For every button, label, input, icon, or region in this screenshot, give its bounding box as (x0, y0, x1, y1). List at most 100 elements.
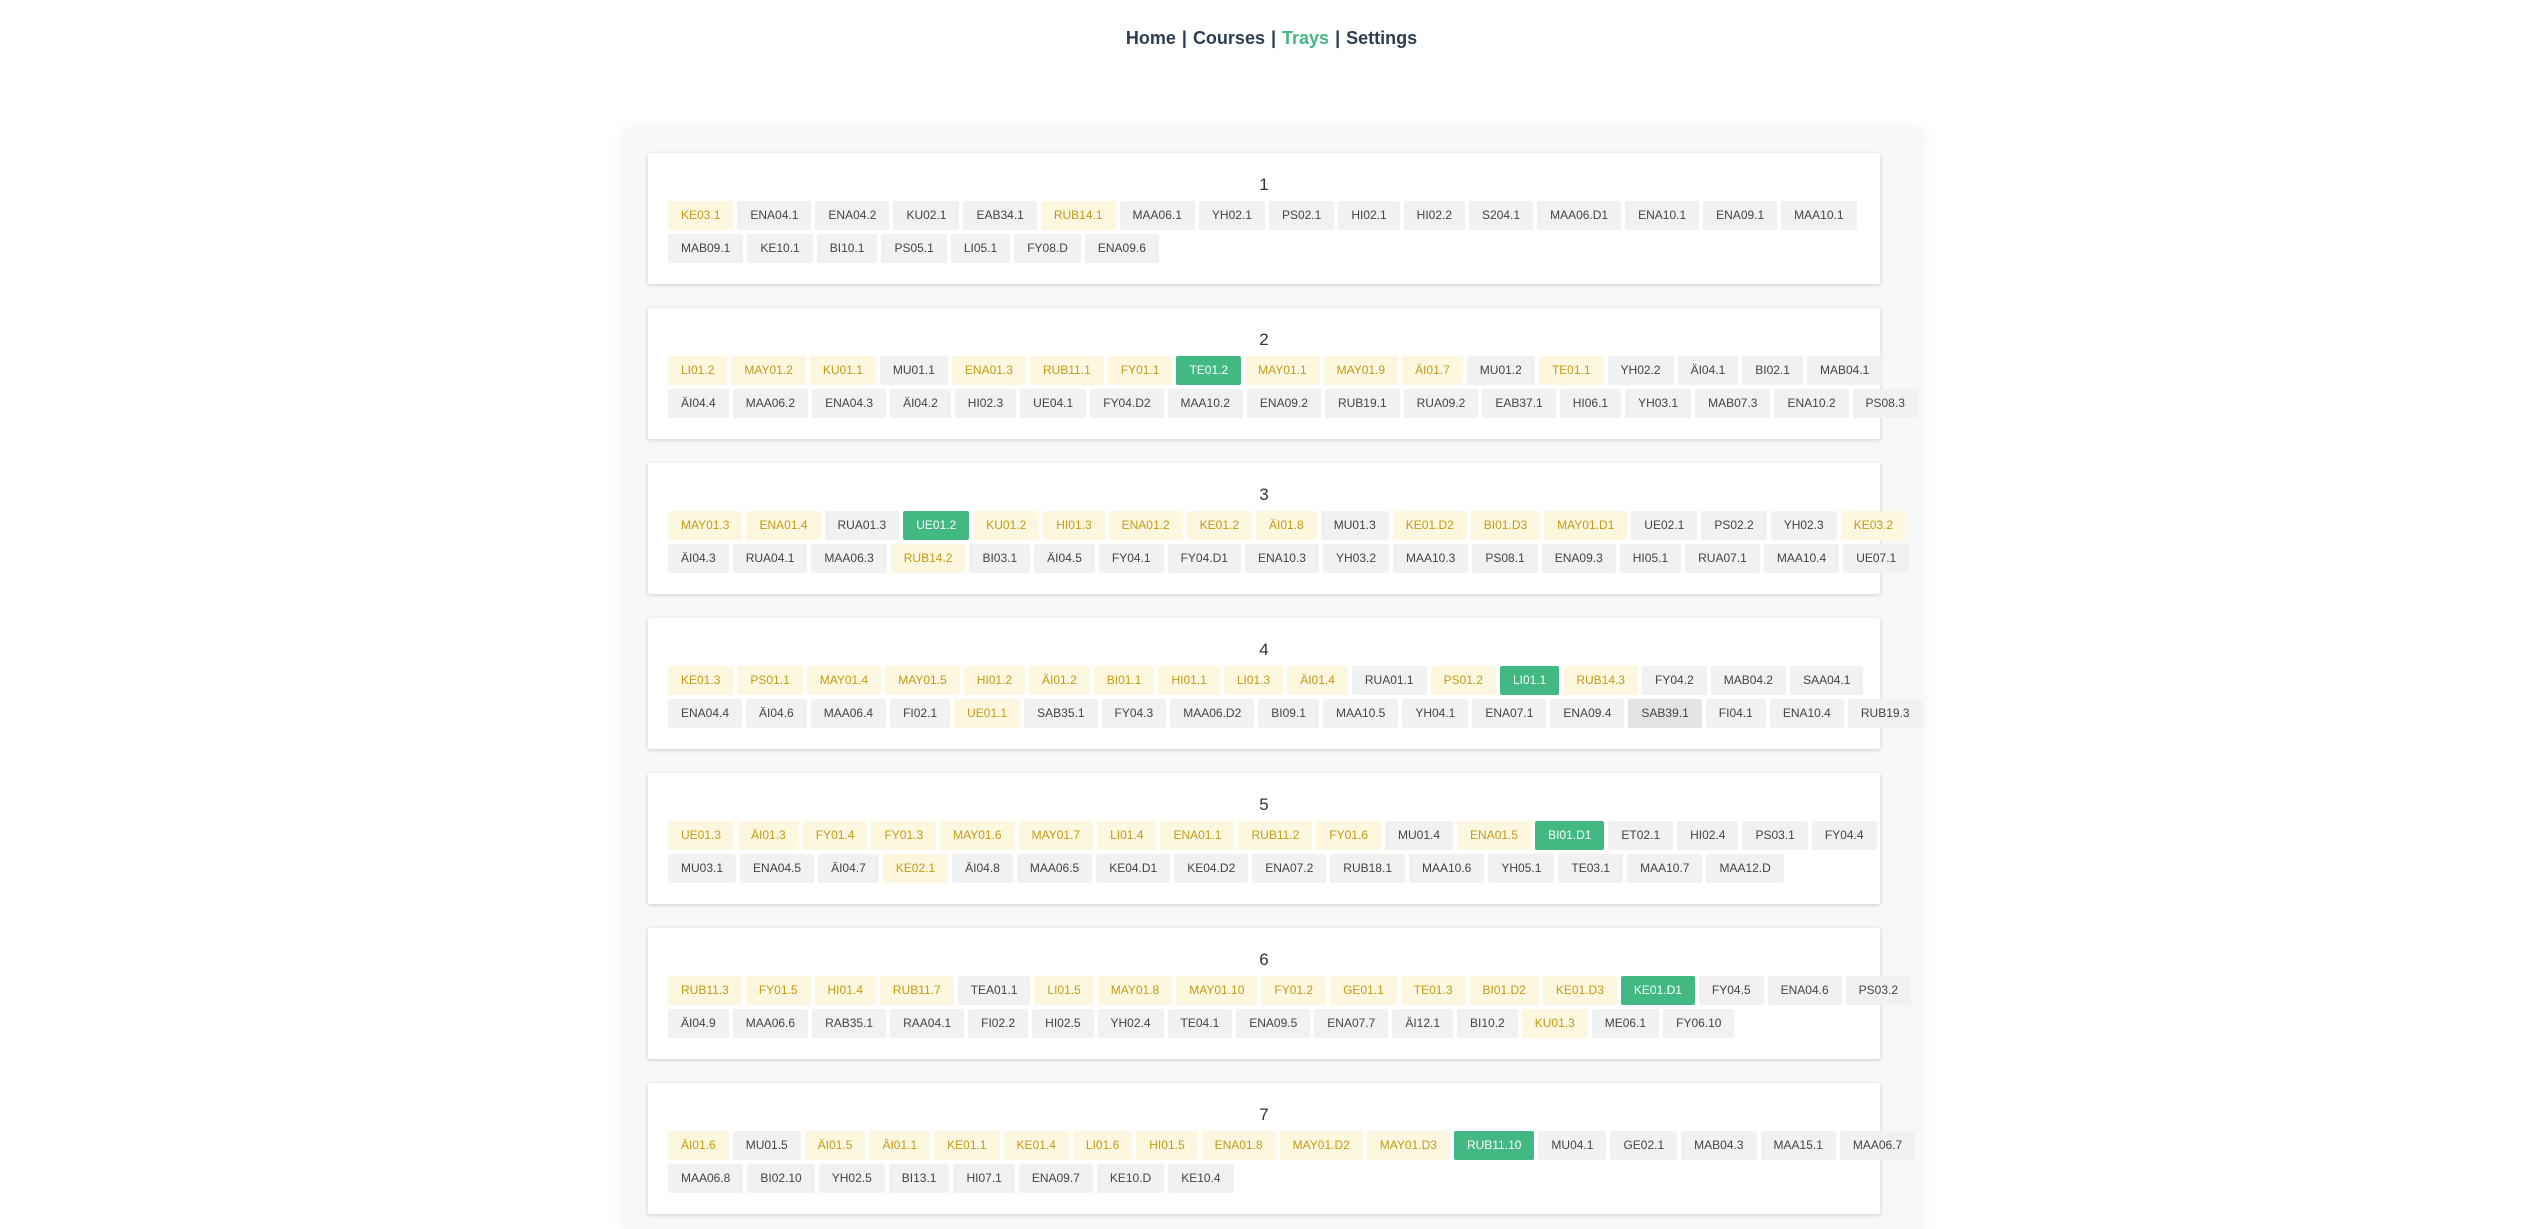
course-chip[interactable]: MU01.1 (879, 356, 948, 385)
course-chip[interactable]: FY01.3 (871, 821, 937, 850)
course-chip[interactable]: KU01.3 (1521, 1009, 1588, 1038)
course-chip[interactable]: BI10.2 (1457, 1009, 1518, 1038)
course-chip[interactable]: RUB14.3 (1563, 666, 1639, 695)
course-chip[interactable]: MAA06.8 (668, 1164, 744, 1193)
course-chip[interactable]: KE10.D (1096, 1164, 1165, 1193)
course-chip[interactable]: MU01.5 (732, 1131, 801, 1160)
course-chip[interactable]: MAY01.9 (1323, 356, 1399, 385)
course-chip[interactable]: BI09.1 (1258, 699, 1319, 728)
course-chip[interactable]: ENA09.4 (1550, 699, 1625, 728)
course-chip[interactable]: PS02.1 (1268, 201, 1335, 230)
course-chip[interactable]: ET02.1 (1608, 821, 1674, 850)
course-chip[interactable]: UE01.3 (668, 821, 735, 850)
course-chip[interactable]: MAA15.1 (1760, 1131, 1836, 1160)
course-chip[interactable]: HI01.1 (1158, 666, 1220, 695)
course-chip[interactable]: ÄI01.2 (1029, 666, 1090, 695)
course-chip[interactable]: FI04.1 (1705, 699, 1766, 728)
course-chip[interactable]: RUB11.10 (1453, 1131, 1535, 1160)
course-chip[interactable]: MAB09.1 (668, 234, 744, 263)
course-chip[interactable]: FY04.2 (1642, 666, 1707, 695)
nav-trays-link[interactable]: Trays (1282, 28, 1329, 48)
course-chip[interactable]: ME06.1 (1591, 1009, 1660, 1038)
course-chip[interactable]: ÄI04.7 (818, 854, 879, 883)
course-chip[interactable]: MAY01.7 (1018, 821, 1094, 850)
course-chip[interactable]: HI06.1 (1559, 389, 1622, 418)
course-chip[interactable]: UE01.1 (954, 699, 1021, 728)
course-chip[interactable]: RUB11.1 (1029, 356, 1104, 385)
course-chip[interactable]: ENA04.2 (815, 201, 890, 230)
course-chip[interactable]: HI01.5 (1136, 1131, 1198, 1160)
course-chip[interactable]: ENA04.4 (668, 699, 743, 728)
course-chip[interactable]: UE01.2 (903, 511, 970, 540)
course-chip[interactable]: LI01.6 (1072, 1131, 1133, 1160)
course-chip[interactable]: HI01.2 (963, 666, 1026, 695)
course-chip[interactable]: ENA09.6 (1084, 234, 1159, 263)
course-chip[interactable]: ENA10.3 (1244, 544, 1319, 573)
course-chip[interactable]: MAY01.D1 (1544, 511, 1628, 540)
nav-settings-link[interactable]: Settings (1346, 28, 1417, 48)
course-chip[interactable]: ÄI04.9 (668, 1009, 729, 1038)
course-chip[interactable]: LI01.3 (1223, 666, 1284, 695)
course-chip[interactable]: LI01.5 (1034, 976, 1094, 1005)
course-chip[interactable]: ENA07.2 (1252, 854, 1327, 883)
course-chip[interactable]: ENA04.6 (1767, 976, 1842, 1005)
course-chip[interactable]: PS01.1 (737, 666, 803, 695)
course-chip[interactable]: YH02.3 (1770, 511, 1837, 540)
course-chip[interactable]: MAA10.2 (1167, 389, 1243, 418)
course-chip[interactable]: HI07.1 (953, 1164, 1015, 1193)
course-chip[interactable]: KE03.2 (1840, 511, 1907, 540)
course-chip[interactable]: ENA01.8 (1201, 1131, 1276, 1160)
course-chip[interactable]: TE04.1 (1167, 1009, 1233, 1038)
course-chip[interactable]: S204.1 (1469, 201, 1534, 230)
course-chip[interactable]: MAA10.5 (1322, 699, 1399, 728)
course-chip[interactable]: PS03.1 (1742, 821, 1808, 850)
course-chip[interactable]: MU03.1 (668, 854, 737, 883)
course-chip[interactable]: MAB04.2 (1710, 666, 1787, 695)
course-chip[interactable]: YH02.1 (1198, 201, 1265, 230)
course-chip[interactable]: TE01.3 (1400, 976, 1466, 1005)
course-chip[interactable]: ENA09.7 (1018, 1164, 1093, 1193)
course-chip[interactable]: RUB11.3 (668, 976, 742, 1005)
course-chip[interactable]: MAA10.4 (1763, 544, 1840, 573)
course-chip[interactable]: ÄI01.4 (1287, 666, 1348, 695)
course-chip[interactable]: ÄI04.6 (746, 699, 807, 728)
course-chip[interactable]: MAA06.D2 (1170, 699, 1255, 728)
course-chip[interactable]: GE01.1 (1330, 976, 1397, 1005)
course-chip[interactable]: RAA04.1 (890, 1009, 965, 1038)
course-chip[interactable]: KE01.2 (1186, 511, 1253, 540)
course-chip[interactable]: MU04.1 (1538, 1131, 1607, 1160)
course-chip[interactable]: BI01.D1 (1535, 821, 1605, 850)
course-chip[interactable]: RUB11.2 (1238, 821, 1313, 850)
course-chip[interactable]: KE01.D2 (1392, 511, 1467, 540)
course-chip[interactable]: PS05.1 (881, 234, 947, 263)
course-chip[interactable]: MAY01.10 (1176, 976, 1258, 1005)
course-chip[interactable]: MAY01.D3 (1366, 1131, 1450, 1160)
course-chip[interactable]: ENA01.2 (1108, 511, 1183, 540)
course-chip[interactable]: BI01.D3 (1470, 511, 1541, 540)
course-chip[interactable]: LI01.2 (668, 356, 728, 385)
course-chip[interactable]: PS08.3 (1852, 389, 1918, 418)
course-chip[interactable]: MAY01.D2 (1279, 1131, 1363, 1160)
course-chip[interactable]: SAB39.1 (1628, 699, 1702, 728)
course-chip[interactable]: ÄI01.5 (804, 1131, 866, 1160)
course-chip[interactable]: GE02.1 (1610, 1131, 1678, 1160)
course-chip[interactable]: ENA01.5 (1457, 821, 1532, 850)
course-chip[interactable]: FI02.2 (968, 1009, 1029, 1038)
course-chip[interactable]: EAB37.1 (1482, 389, 1556, 418)
course-chip[interactable]: MAA06.5 (1016, 854, 1093, 883)
course-chip[interactable]: RUB18.1 (1330, 854, 1405, 883)
course-chip[interactable]: ENA10.1 (1625, 201, 1700, 230)
course-chip[interactable]: ENA04.5 (740, 854, 815, 883)
course-chip[interactable]: MAA06.1 (1119, 201, 1195, 230)
course-chip[interactable]: FY01.6 (1316, 821, 1381, 850)
course-chip[interactable]: SAB35.1 (1024, 699, 1098, 728)
course-chip[interactable]: YH04.1 (1402, 699, 1469, 728)
course-chip[interactable]: ÄI04.5 (1034, 544, 1095, 573)
course-chip[interactable]: HI05.1 (1619, 544, 1682, 573)
course-chip[interactable]: TE01.1 (1538, 356, 1604, 385)
course-chip[interactable]: ENA07.1 (1472, 699, 1547, 728)
course-chip[interactable]: YH05.1 (1488, 854, 1555, 883)
course-chip[interactable]: ÄI12.1 (1392, 1009, 1454, 1038)
course-chip[interactable]: RUB14.1 (1040, 201, 1116, 230)
course-chip[interactable]: YH03.2 (1322, 544, 1389, 573)
